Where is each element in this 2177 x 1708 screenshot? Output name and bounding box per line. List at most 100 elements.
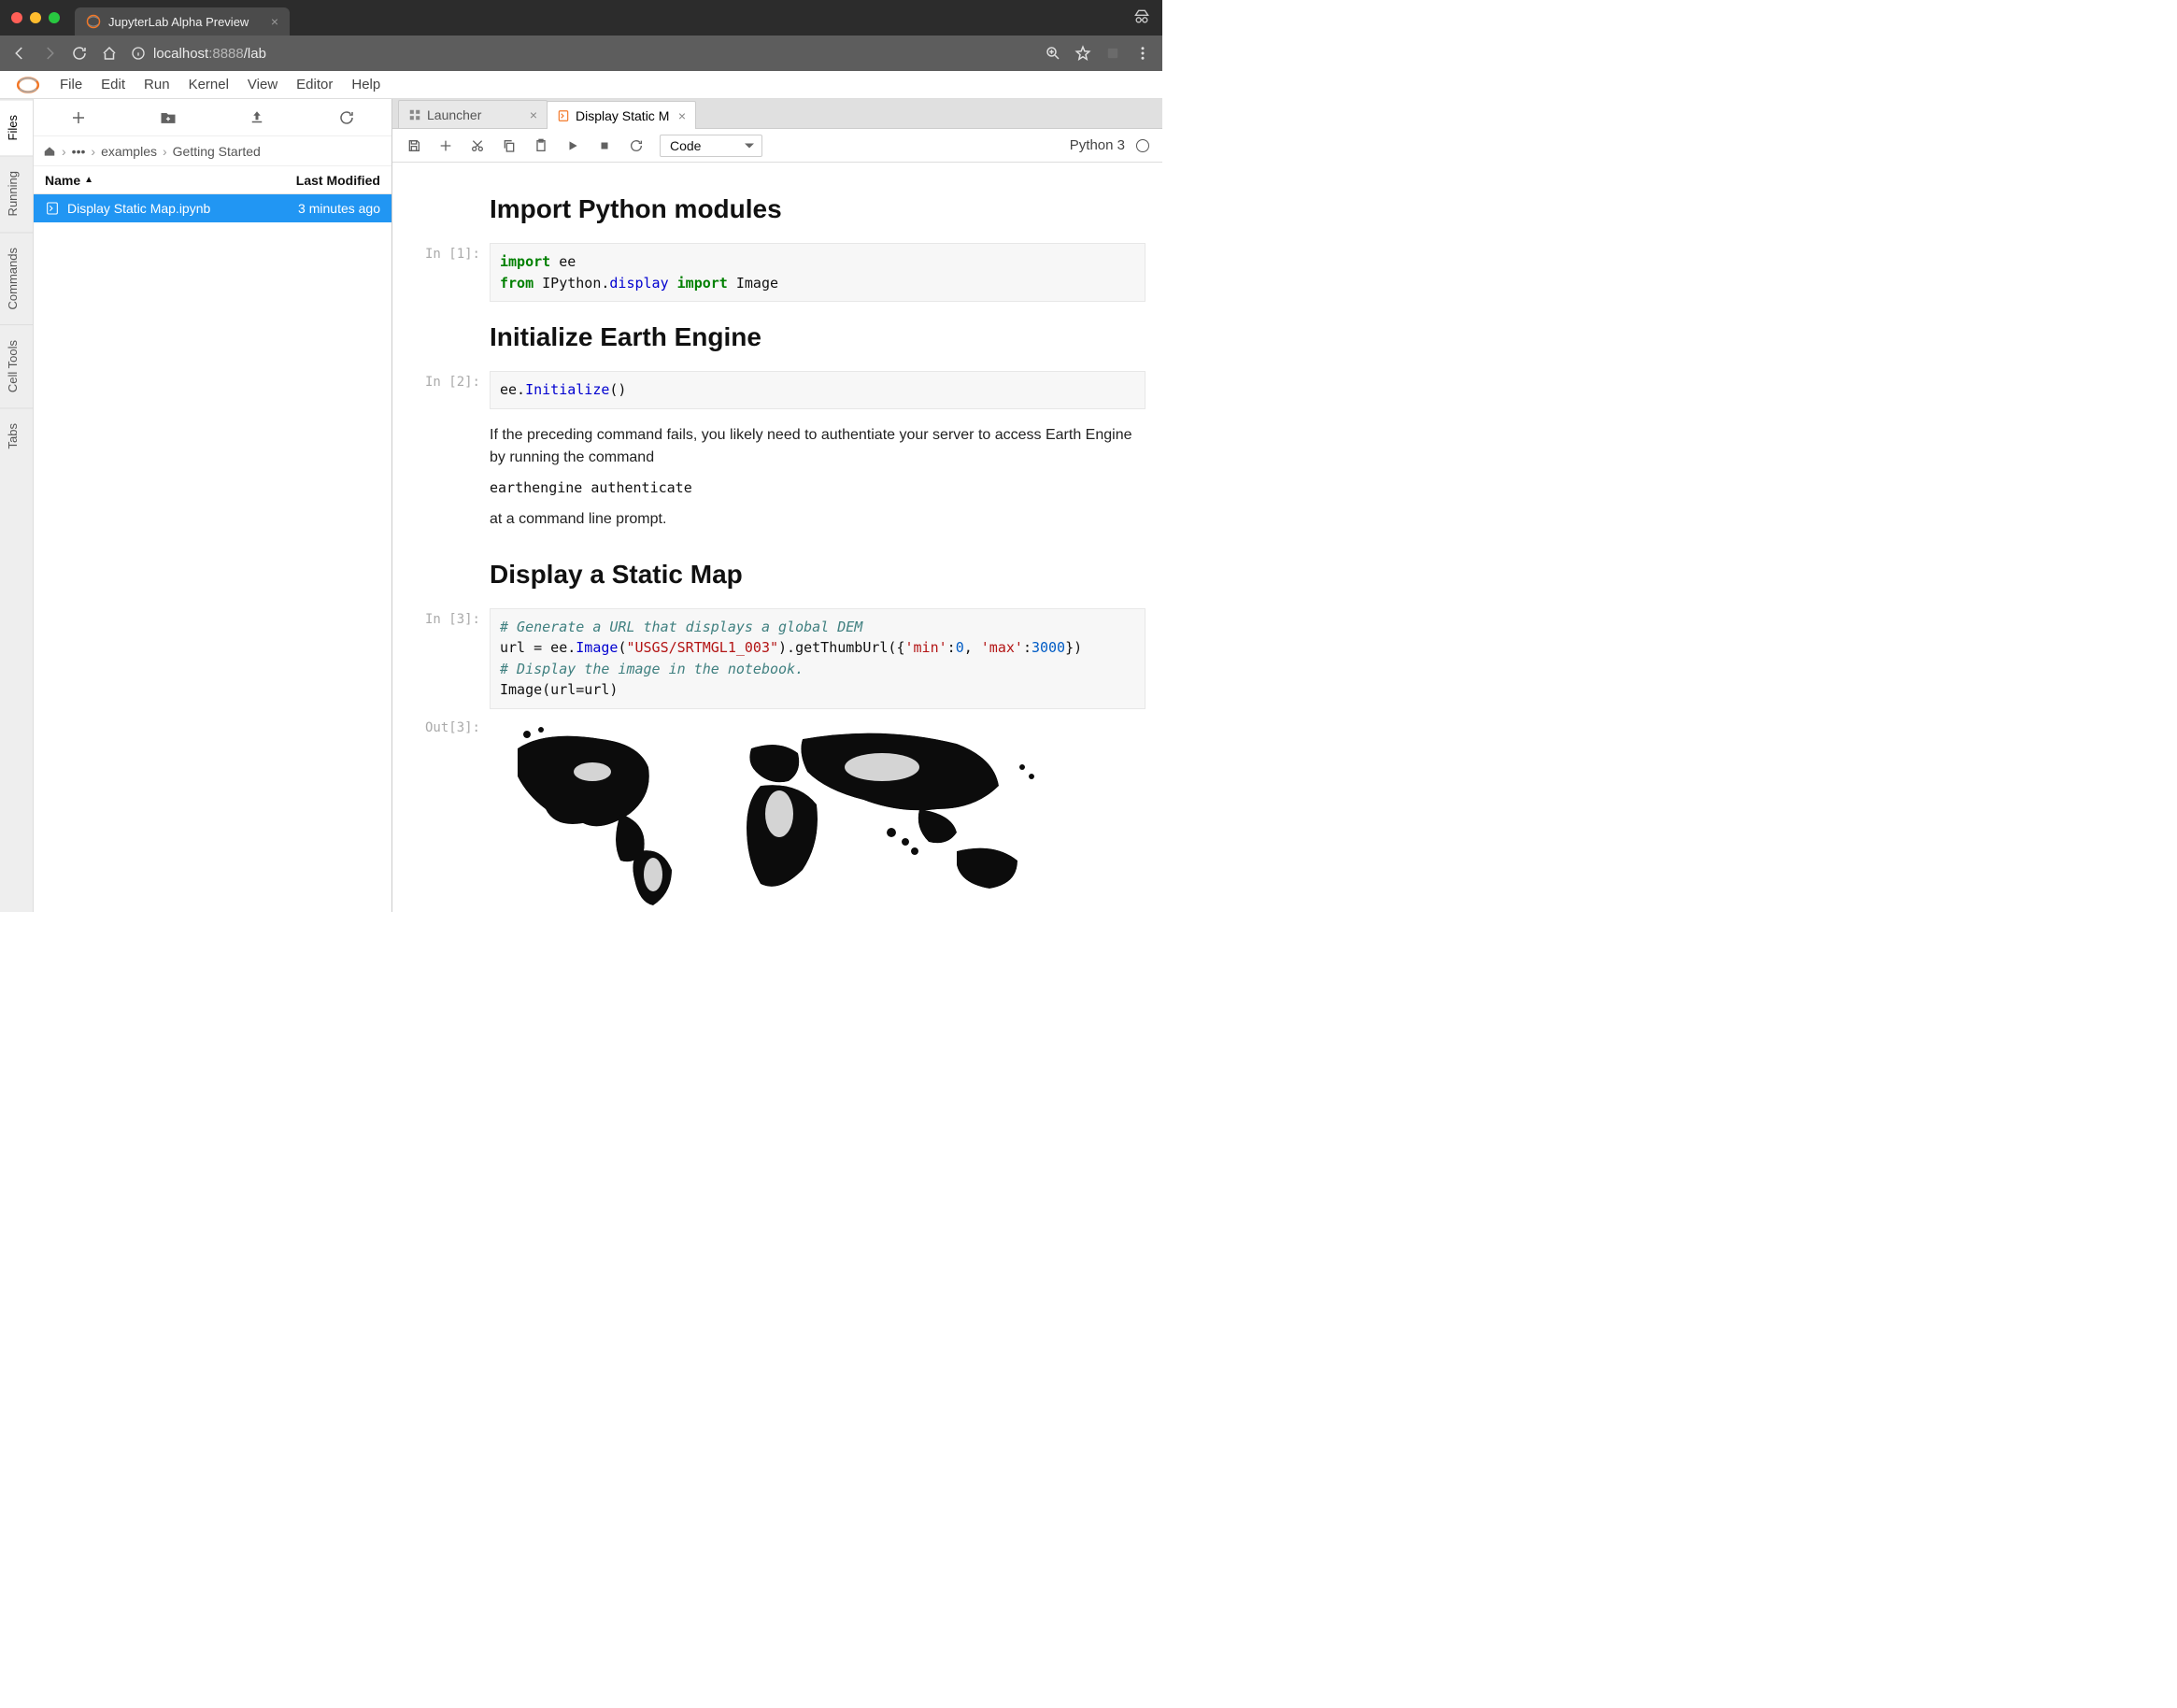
markdown-heading: Display a Static Map	[490, 560, 1145, 590]
file-browser-toolbar	[34, 99, 391, 136]
breadcrumb-sep: ›	[62, 144, 66, 159]
home-icon[interactable]	[43, 145, 56, 158]
new-folder-button[interactable]	[158, 107, 178, 128]
menu-help[interactable]: Help	[351, 77, 380, 93]
main-dock: Launcher × Display Static M × Code Pytho…	[392, 99, 1162, 912]
rail-tab-commands[interactable]: Commands	[0, 232, 33, 324]
rail-tab-tabs[interactable]: Tabs	[0, 407, 33, 463]
left-sidebar-rail: Files Running Commands Cell Tools Tabs	[0, 99, 34, 912]
browser-tab-strip: JupyterLab Alpha Preview ×	[0, 0, 1162, 36]
breadcrumb-sep: ›	[91, 144, 95, 159]
markdown-cell[interactable]: If the preceding command fails, you like…	[400, 417, 1145, 539]
bookmark-star-icon[interactable]	[1074, 45, 1091, 62]
document-tab-bar: Launcher × Display Static M ×	[392, 99, 1162, 129]
markdown-heading: Initialize Earth Engine	[490, 322, 1145, 352]
close-tab-icon[interactable]: ×	[271, 14, 278, 29]
close-tab-icon[interactable]: ×	[678, 108, 686, 123]
doc-tab-notebook[interactable]: Display Static M ×	[547, 101, 696, 129]
stop-button[interactable]	[596, 137, 613, 154]
upload-button[interactable]	[247, 107, 267, 128]
notebook-icon	[45, 201, 60, 216]
breadcrumb-ellipsis[interactable]: •••	[72, 144, 86, 159]
cell-type-value: Code	[670, 138, 701, 153]
menu-run[interactable]: Run	[144, 77, 170, 93]
file-row[interactable]: Display Static Map.ipynb 3 minutes ago	[34, 194, 391, 222]
new-launcher-button[interactable]	[68, 107, 89, 128]
file-browser-panel: › ••• › examples › Getting Started Name …	[34, 99, 392, 912]
doc-tab-label: Launcher	[427, 107, 481, 122]
back-button[interactable]	[11, 45, 28, 62]
menu-file[interactable]: File	[60, 77, 82, 93]
output-image	[490, 720, 1145, 910]
code-cell[interactable]: In [1]: import ee from IPython.display i…	[400, 243, 1145, 302]
code-input[interactable]: ee.Initialize()	[490, 371, 1145, 409]
jupyterlab-menubar: File Edit Run Kernel View Editor Help	[0, 71, 1162, 99]
close-tab-icon[interactable]: ×	[530, 107, 537, 122]
paste-button[interactable]	[533, 137, 549, 154]
rail-tab-celltools[interactable]: Cell Tools	[0, 324, 33, 407]
code-cell[interactable]: In [2]: ee.Initialize()	[400, 371, 1145, 409]
jupyter-logo-icon	[15, 76, 41, 94]
file-name: Display Static Map.ipynb	[67, 201, 210, 216]
url-text: localhost:8888/lab	[153, 46, 266, 62]
maximize-window-button[interactable]	[49, 12, 60, 23]
copy-button[interactable]	[501, 137, 518, 154]
notebook-area[interactable]: Import Python modules In [1]: import ee …	[392, 163, 1162, 912]
breadcrumb: › ••• › examples › Getting Started	[34, 136, 391, 166]
rail-tab-files[interactable]: Files	[0, 99, 33, 155]
restart-button[interactable]	[628, 137, 645, 154]
kernel-indicator: Python 3	[1070, 137, 1149, 153]
address-bar[interactable]: localhost:8888/lab	[131, 46, 1032, 62]
menu-view[interactable]: View	[248, 77, 277, 93]
kernel-status-icon[interactable]	[1136, 139, 1149, 152]
incognito-icon	[1132, 7, 1151, 29]
cell-prompt: In [3]:	[400, 608, 490, 709]
code-input[interactable]: import ee from IPython.display import Im…	[490, 243, 1145, 302]
browser-tab[interactable]: JupyterLab Alpha Preview ×	[75, 7, 290, 36]
save-button[interactable]	[406, 137, 422, 154]
column-name[interactable]: Name	[45, 173, 80, 188]
breadcrumb-item[interactable]: examples	[101, 144, 157, 159]
kernel-name[interactable]: Python 3	[1070, 137, 1125, 153]
close-window-button[interactable]	[11, 12, 22, 23]
file-browser-header: Name ▲ Last Modified	[34, 166, 391, 194]
extensions-icon[interactable]	[1104, 45, 1121, 62]
world-map-icon	[490, 720, 1050, 907]
info-icon	[131, 46, 146, 61]
notebook-icon	[557, 109, 570, 122]
refresh-button[interactable]	[336, 107, 357, 128]
reload-button[interactable]	[71, 45, 88, 62]
window-controls	[7, 0, 69, 36]
browser-menu-icon[interactable]	[1134, 45, 1151, 62]
home-button[interactable]	[101, 45, 118, 62]
rail-tab-running[interactable]: Running	[0, 155, 33, 231]
cell-prompt: In [1]:	[400, 243, 490, 302]
cut-button[interactable]	[469, 137, 486, 154]
sort-asc-icon: ▲	[84, 175, 93, 185]
cell-prompt	[400, 417, 490, 539]
markdown-text: If the preceding command fails, you like…	[490, 424, 1145, 471]
doc-tab-launcher[interactable]: Launcher ×	[398, 100, 548, 128]
zoom-icon[interactable]	[1045, 45, 1061, 62]
menu-kernel[interactable]: Kernel	[189, 77, 229, 93]
column-last-modified[interactable]: Last Modified	[296, 173, 380, 188]
jupyter-icon	[86, 14, 101, 29]
doc-tab-label: Display Static M	[576, 108, 669, 123]
markdown-code: earthengine authenticate	[490, 479, 692, 496]
cell-type-dropdown[interactable]: Code	[660, 135, 762, 157]
code-input[interactable]: # Generate a URL that displays a global …	[490, 608, 1145, 709]
code-cell[interactable]: In [3]: # Generate a URL that displays a…	[400, 608, 1145, 709]
forward-button[interactable]	[41, 45, 58, 62]
file-last-modified: 3 minutes ago	[298, 201, 380, 216]
breadcrumb-sep: ›	[163, 144, 167, 159]
menu-edit[interactable]: Edit	[101, 77, 125, 93]
menu-editor[interactable]: Editor	[296, 77, 333, 93]
markdown-cell[interactable]: Initialize Earth Engine	[400, 309, 1145, 363]
insert-cell-button[interactable]	[437, 137, 454, 154]
markdown-cell[interactable]: Import Python modules	[400, 181, 1145, 235]
markdown-cell[interactable]: Display a Static Map	[400, 547, 1145, 601]
minimize-window-button[interactable]	[30, 12, 41, 23]
run-button[interactable]	[564, 137, 581, 154]
browser-toolbar-right	[1045, 45, 1151, 62]
breadcrumb-item[interactable]: Getting Started	[173, 144, 261, 159]
